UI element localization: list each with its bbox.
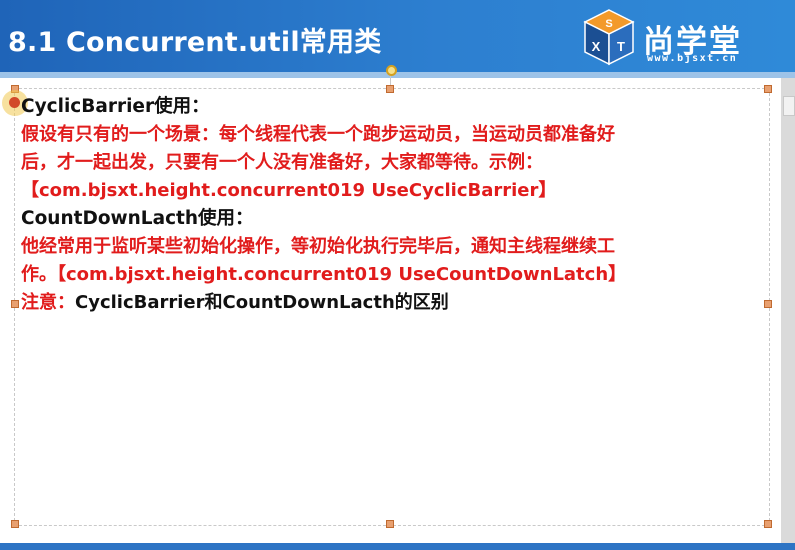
paragraph-cyclicbarrier-line2: 后，才一起出发，只要有一个人没有准备好，大家都等待。示例： <box>21 152 543 173</box>
note-line: 注意：CyclicBarrier和CountDownLacth的区别 <box>21 289 761 317</box>
heading-countdownlatch: CountDownLacth使用： <box>21 208 254 229</box>
logo-url: www.bjsxt.cn <box>647 53 738 64</box>
resize-handle-right[interactable] <box>764 300 772 308</box>
slide-title: 8.1 Concurrent.util常用类 <box>8 27 382 58</box>
bottom-band <box>0 543 795 550</box>
brand-logo: S X T 尚学堂 www.bjsxt.cn <box>583 6 788 68</box>
logo-letter-s: S <box>605 18 612 30</box>
paragraph-cyclicbarrier-example: 【com.bjsxt.height.concurrent019 UseCycli… <box>21 180 557 201</box>
logo-letter-t: T <box>617 39 625 54</box>
logo-letter-x: X <box>592 39 601 54</box>
paragraph-countdownlatch-line2: 作。【com.bjsxt.height.concurrent019 UseCou… <box>21 264 627 285</box>
paragraph-countdownlatch-line1: 他经常用于监听某些初始化操作，等初始化执行完毕后，通知主线程继续工 <box>21 236 615 257</box>
note-label: 注意： <box>21 292 75 313</box>
resize-handle-left[interactable] <box>11 300 19 308</box>
header-divider <box>0 72 795 78</box>
right-scroll-strip[interactable] <box>781 78 795 543</box>
logo-cube-icon: S X T <box>583 9 635 66</box>
resize-handle-bottom-left[interactable] <box>11 520 19 528</box>
paragraph-cyclicbarrier-line1: 假设有只有的一个场景：每个线程代表一个跑步运动员，当运动员都准备好 <box>21 124 615 145</box>
resize-handle-bottom-right[interactable] <box>764 520 772 528</box>
slide-header: 8.1 Concurrent.util常用类 S X T 尚学堂 www.bjs… <box>0 0 795 72</box>
resize-handle-bottom[interactable] <box>386 520 394 528</box>
panel-toggle-tab[interactable] <box>783 96 795 116</box>
note-text: CyclicBarrier和CountDownLacth的区别 <box>75 292 449 313</box>
mouse-pointer-icon <box>9 97 20 108</box>
heading-cyclicbarrier: CyclicBarrier使用： <box>21 96 210 117</box>
resize-handle-top-right[interactable] <box>764 85 772 93</box>
slide-content: CyclicBarrier使用： 假设有只有的一个场景：每个线程代表一个跑步运动… <box>21 93 761 317</box>
rotation-handle[interactable] <box>386 65 397 76</box>
resize-handle-top[interactable] <box>386 85 394 93</box>
